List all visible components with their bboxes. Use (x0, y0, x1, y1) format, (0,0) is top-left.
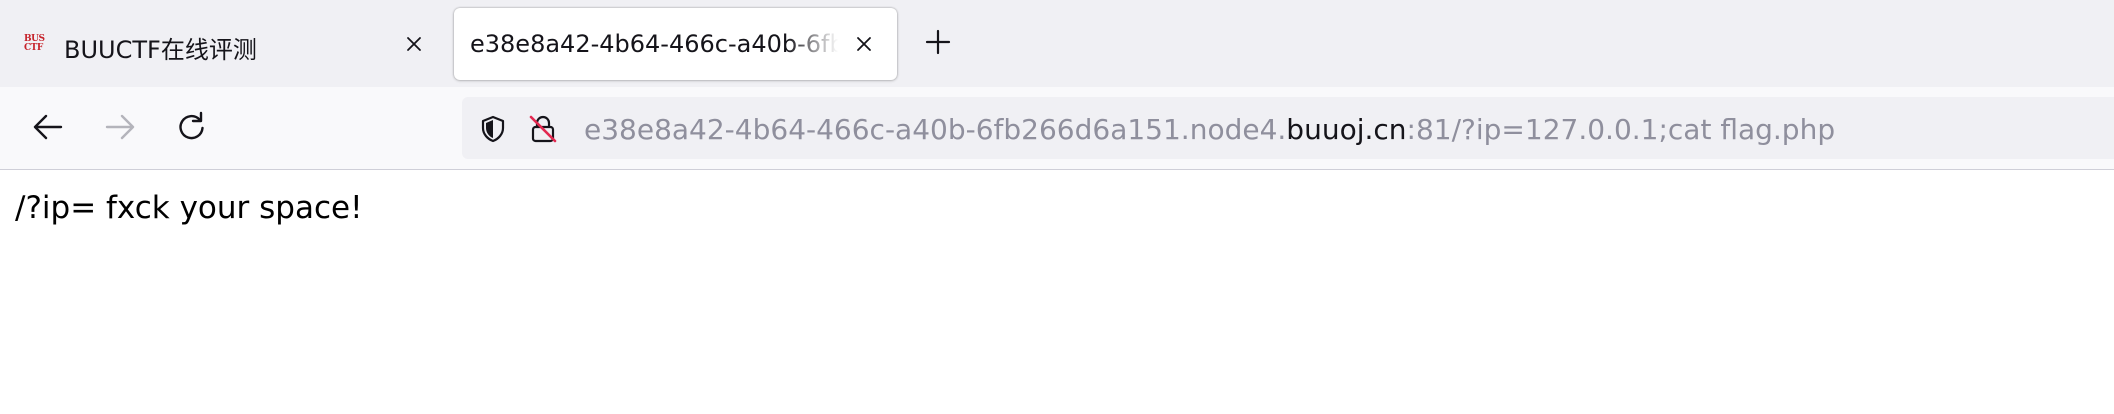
url-text[interactable]: e38e8a42-4b64-466c-a40b-6fb266d6a151.nod… (584, 113, 1835, 146)
reload-button[interactable] (170, 107, 214, 151)
insecure-lock-icon[interactable] (528, 114, 558, 144)
url-suffix: :81/?ip=127.0.0.1;cat flag.php (1406, 113, 1836, 146)
tab-title: e38e8a42-4b64-466c-a40b-6fb266d6a151.nod… (470, 30, 838, 58)
url-prefix: e38e8a42-4b64-466c-a40b-6fb266d6a151.nod… (584, 113, 1287, 146)
back-button[interactable] (26, 107, 70, 151)
reload-icon (175, 110, 209, 148)
address-bar[interactable]: e38e8a42-4b64-466c-a40b-6fb266d6a151.nod… (462, 97, 2114, 159)
tab-strip: BUS CTF BUUCTF在线评测 e38e8a42-4b64-466c-a4… (0, 0, 2114, 87)
buuctf-favicon-icon: BUS CTF (24, 34, 45, 53)
url-domain: buuoj.cn (1286, 113, 1407, 146)
plus-icon (924, 28, 952, 60)
browser-window: BUS CTF BUUCTF在线评测 e38e8a42-4b64-466c-a4… (0, 0, 2114, 414)
forward-button[interactable] (98, 107, 142, 151)
back-arrow-icon (31, 110, 65, 148)
tab-active-page[interactable]: e38e8a42-4b64-466c-a40b-6fb266d6a151.nod… (454, 8, 897, 80)
page-content: /?ip= fxck your space! (0, 170, 2114, 414)
forward-arrow-icon (103, 110, 137, 148)
tab-buuctf[interactable]: BUS CTF BUUCTF在线评测 (8, 8, 448, 80)
navigation-toolbar: e38e8a42-4b64-466c-a40b-6fb266d6a151.nod… (0, 87, 2114, 170)
close-icon[interactable] (850, 30, 878, 58)
tab-title: BUUCTF在线评测 (64, 36, 257, 64)
page-body-text: /?ip= fxck your space! (15, 190, 363, 226)
shield-icon[interactable] (478, 114, 508, 144)
close-icon[interactable] (400, 30, 428, 58)
new-tab-button[interactable] (918, 26, 958, 62)
